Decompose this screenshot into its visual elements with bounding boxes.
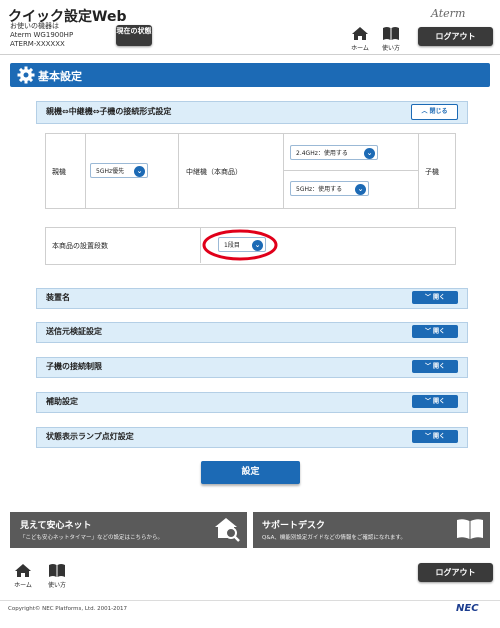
table-divider <box>418 134 419 208</box>
open-button-label: 開く <box>433 328 446 335</box>
footer-logout-button[interactable]: ログアウト <box>418 563 493 582</box>
band24-select[interactable]: 2.4GHz：使用する ⌄ <box>290 145 378 160</box>
home-icon <box>15 564 31 577</box>
connection-panel-title: 親機⇔中継機⇔子機の接続形式設定 <box>46 107 172 116</box>
header-divider <box>0 54 500 55</box>
parent-band-select[interactable]: 5GHz優先 ⌄ <box>90 163 148 178</box>
section-header <box>10 63 490 87</box>
footer-help-link[interactable]: 使い方 <box>44 563 70 589</box>
home-search-icon <box>215 518 240 542</box>
repeater-label: 中継機（本商品） <box>186 168 242 176</box>
install-level-label: 本商品の設置段数 <box>52 242 108 250</box>
chevron-down-icon: ⌄ <box>364 147 375 159</box>
help-link[interactable]: 使い方 <box>378 26 404 52</box>
help-label: 使い方 <box>47 582 66 589</box>
chevron-down-icon: ﹀ <box>424 294 431 301</box>
gear-icon <box>17 66 35 84</box>
nec-logo: NEC <box>456 603 479 614</box>
band5-value: 5GHz：使用する <box>296 186 343 193</box>
safety-net-subtitle: 「こども安心ネットタイマー」などの設定はこちらから。 <box>20 535 164 541</box>
panel-device-name[interactable] <box>36 288 468 309</box>
home-icon <box>352 27 368 40</box>
logout-button[interactable]: ログアウト <box>418 27 493 46</box>
open-button[interactable]: ﹀ 開く <box>412 360 458 373</box>
chevron-down-icon: ﹀ <box>424 433 431 440</box>
device-caption: お使いの機器は <box>10 22 59 30</box>
brand-logo: Aterm <box>431 7 466 20</box>
panel-title: 子機の接続制限 <box>46 362 102 371</box>
home-label: ホーム <box>351 45 369 52</box>
close-button[interactable]: ︿ 閉じる <box>411 104 458 120</box>
table-divider <box>283 134 284 208</box>
band5-select[interactable]: 5GHz：使用する ⌄ <box>290 181 369 196</box>
parent-label: 親機 <box>52 168 66 176</box>
home-link[interactable]: ホーム <box>347 26 373 52</box>
status-button[interactable]: 現在の状態 <box>116 25 152 46</box>
open-button-label: 開く <box>433 363 446 370</box>
book-icon <box>383 27 399 40</box>
panel-title: 状態表示ランプ点灯設定 <box>46 432 134 441</box>
book-icon <box>457 519 483 539</box>
open-button-label: 開く <box>433 398 446 405</box>
table-divider <box>178 134 179 208</box>
panel-aux-settings[interactable] <box>36 392 468 413</box>
chevron-down-icon: ⌄ <box>355 183 366 195</box>
open-button[interactable]: ﹀ 開く <box>412 430 458 443</box>
chevron-down-icon: ﹀ <box>424 398 431 405</box>
section-title: 基本設定 <box>38 70 82 83</box>
open-button[interactable]: ﹀ 開く <box>412 291 458 304</box>
open-button[interactable]: ﹀ 開く <box>412 325 458 338</box>
help-label: 使い方 <box>381 45 400 52</box>
open-button[interactable]: ﹀ 開く <box>412 395 458 408</box>
chevron-down-icon: ﹀ <box>424 328 431 335</box>
child-label: 子機 <box>425 168 439 176</box>
highlight-circle <box>202 229 278 261</box>
chevron-up-icon: ︿ <box>421 108 428 115</box>
table-divider <box>284 170 418 171</box>
home-label: ホーム <box>14 582 32 589</box>
copyright: Copyright© NEC Platforms, Ltd. 2001-2017 <box>8 606 128 612</box>
footer-divider <box>0 600 500 601</box>
panel-title: 装置名 <box>46 293 70 302</box>
band24-value: 2.4GHz：使用する <box>296 150 348 157</box>
support-desk-title: サポートデスク <box>262 521 326 531</box>
set-button[interactable]: 設定 <box>201 461 300 484</box>
footer-home-link[interactable]: ホーム <box>10 563 36 589</box>
panel-title: 補助設定 <box>46 397 78 406</box>
parent-band-value: 5GHz優先 <box>96 168 125 175</box>
support-desk-subtitle: Q&A、機能別設定ガイドなどの情報をご確認になれます。 <box>262 535 406 541</box>
close-button-label: 閉じる <box>429 108 448 115</box>
chevron-down-icon: ⌄ <box>134 165 145 177</box>
safety-net-title: 見えて安心ネット <box>20 521 92 531</box>
panel-title: 送信元検証設定 <box>46 327 102 336</box>
device-ssid: ATERM-XXXXXX <box>10 40 65 48</box>
table-divider <box>85 134 86 208</box>
open-button-label: 開く <box>433 294 446 301</box>
open-button-label: 開く <box>433 433 446 440</box>
device-model: Aterm WG1900HP <box>10 31 74 39</box>
book-icon <box>49 564 65 577</box>
chevron-down-icon: ﹀ <box>424 363 431 370</box>
